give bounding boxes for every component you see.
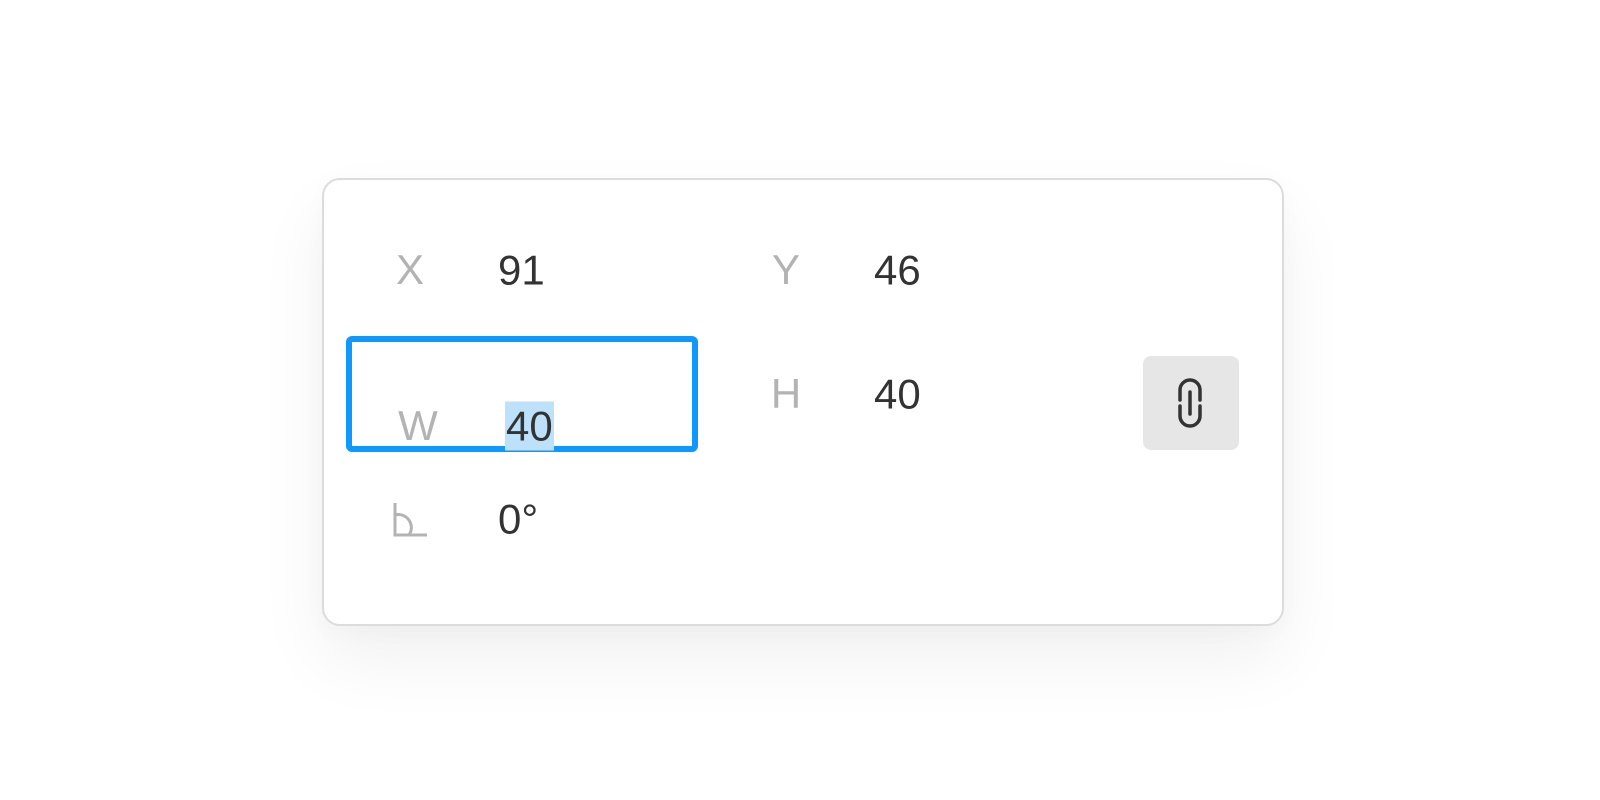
height-label: H <box>770 370 802 417</box>
height-value[interactable]: 40 <box>873 370 922 419</box>
x-value[interactable]: 91 <box>497 246 546 295</box>
properties-panel: X 91 Y 46 W 40 H 40 0° <box>322 178 1284 626</box>
rotation-value[interactable]: 0° <box>497 495 539 544</box>
y-value[interactable]: 46 <box>873 246 922 295</box>
link-icon <box>1178 378 1202 428</box>
rotation-field[interactable]: 0° <box>338 429 690 545</box>
x-label: X <box>395 246 425 293</box>
x-field[interactable]: X 91 <box>338 180 690 296</box>
y-label: Y <box>771 246 801 293</box>
height-field[interactable]: H 40 <box>714 304 1066 420</box>
angle-icon <box>393 503 427 537</box>
constrain-proportions-button[interactable] <box>1143 356 1239 450</box>
y-field[interactable]: Y 46 <box>714 180 1066 296</box>
